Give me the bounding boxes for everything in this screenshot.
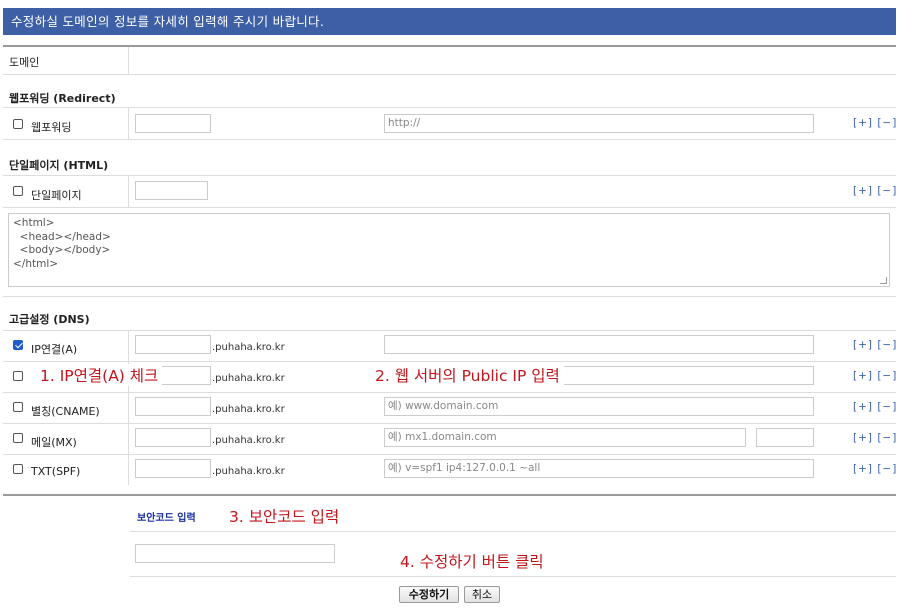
submit-button[interactable]: 수정하기 bbox=[399, 586, 459, 603]
txt-add-remove[interactable]: [+] [−] bbox=[853, 463, 897, 475]
cname-host-input[interactable] bbox=[135, 397, 211, 416]
single-page-add-remove[interactable]: [+] [−] bbox=[853, 185, 897, 197]
single-page-checkbox[interactable] bbox=[13, 186, 23, 196]
web-forwarding-label: 웹포워딩 bbox=[31, 121, 72, 134]
domain-label: 도메인 bbox=[9, 56, 40, 69]
annotation-step-4: 4. 수정하기 버튼 클릭 bbox=[396, 550, 548, 572]
divider bbox=[3, 175, 896, 176]
divider bbox=[128, 47, 129, 74]
cancel-button[interactable]: 취소 bbox=[464, 586, 500, 603]
divider bbox=[3, 139, 896, 140]
txt-host-input[interactable] bbox=[135, 459, 211, 478]
cname-domain-suffix: .puhaha.kro.kr bbox=[212, 404, 285, 415]
resize-grip-icon[interactable] bbox=[880, 277, 887, 284]
divider bbox=[130, 576, 896, 577]
ip-a-record-checkbox[interactable] bbox=[13, 340, 23, 350]
single-page-label: 단일페이지 bbox=[31, 189, 82, 202]
divider bbox=[3, 361, 896, 362]
ip-a-record-label: IP연결(A) bbox=[31, 343, 78, 356]
divider bbox=[3, 454, 896, 455]
security-code-input[interactable] bbox=[135, 544, 335, 563]
dns-row-2-checkbox[interactable] bbox=[13, 371, 23, 381]
txt-domain-suffix: .puhaha.kro.kr bbox=[212, 466, 285, 477]
mx-label: 메일(MX) bbox=[31, 436, 77, 449]
divider bbox=[3, 45, 896, 47]
single-page-section-title: 단일페이지 (HTML) bbox=[9, 159, 109, 172]
mx-add-remove[interactable]: [+] [−] bbox=[853, 432, 897, 444]
mx-checkbox[interactable] bbox=[13, 433, 23, 443]
cname-value-input[interactable]: 예) www.domain.com bbox=[384, 397, 814, 416]
divider bbox=[3, 392, 896, 393]
mx-host-input[interactable] bbox=[135, 428, 211, 447]
divider bbox=[128, 176, 129, 207]
divider bbox=[3, 207, 896, 208]
dns-row-2-add-remove[interactable]: [+] [−] bbox=[853, 370, 897, 382]
web-forwarding-section-title: 웹포워딩 (Redirect) bbox=[9, 92, 116, 105]
mx-domain-suffix: .puhaha.kro.kr bbox=[212, 435, 285, 446]
divider bbox=[128, 108, 129, 139]
divider bbox=[3, 107, 896, 108]
txt-label: TXT(SPF) bbox=[31, 465, 81, 478]
web-forwarding-add-remove[interactable]: [+] [−] bbox=[853, 117, 897, 129]
page-header-title: 수정하실 도메인의 정보를 자세히 입력해 주시기 바랍니다. bbox=[3, 8, 896, 35]
divider bbox=[3, 423, 896, 424]
security-code-label: 보안코드 입력 bbox=[137, 513, 196, 524]
divider bbox=[3, 330, 896, 331]
cname-checkbox[interactable] bbox=[13, 402, 23, 412]
dns-section-title: 고급설정 (DNS) bbox=[9, 313, 90, 326]
txt-checkbox[interactable] bbox=[13, 464, 23, 474]
web-forwarding-checkbox[interactable] bbox=[13, 119, 23, 129]
cname-add-remove[interactable]: [+] [−] bbox=[853, 401, 897, 413]
cname-label: 별칭(CNAME) bbox=[31, 405, 100, 418]
annotation-step-2: 2. 웹 서버의 Public IP 입력 bbox=[371, 364, 564, 386]
single-page-name-input[interactable] bbox=[135, 181, 208, 200]
mx-priority-input[interactable] bbox=[756, 428, 814, 447]
divider bbox=[3, 296, 896, 297]
ip-a-value-input[interactable] bbox=[384, 335, 814, 354]
dns-row-2-domain-suffix: .puhaha.kro.kr bbox=[212, 373, 285, 384]
html-content-textarea[interactable]: <html> <head></head> <body></body> </htm… bbox=[8, 213, 890, 287]
ip-a-host-input[interactable] bbox=[135, 335, 211, 354]
web-forwarding-url-input[interactable]: http:// bbox=[384, 114, 814, 133]
web-forwarding-subdomain-input[interactable] bbox=[135, 114, 211, 133]
txt-value-input[interactable]: 예) v=spf1 ip4:127.0.0.1 ~all bbox=[384, 459, 814, 478]
annotation-step-1: 1. IP연결(A) 체크 bbox=[36, 364, 163, 386]
divider bbox=[130, 531, 896, 532]
divider bbox=[3, 74, 896, 75]
annotation-step-3: 3. 보안코드 입력 bbox=[225, 505, 344, 527]
divider bbox=[128, 331, 129, 485]
ip-a-add-remove[interactable]: [+] [−] bbox=[853, 339, 897, 351]
ip-a-domain-suffix: .puhaha.kro.kr bbox=[212, 342, 285, 353]
divider bbox=[3, 494, 896, 496]
mx-value-input[interactable]: 예) mx1.domain.com bbox=[384, 428, 746, 447]
